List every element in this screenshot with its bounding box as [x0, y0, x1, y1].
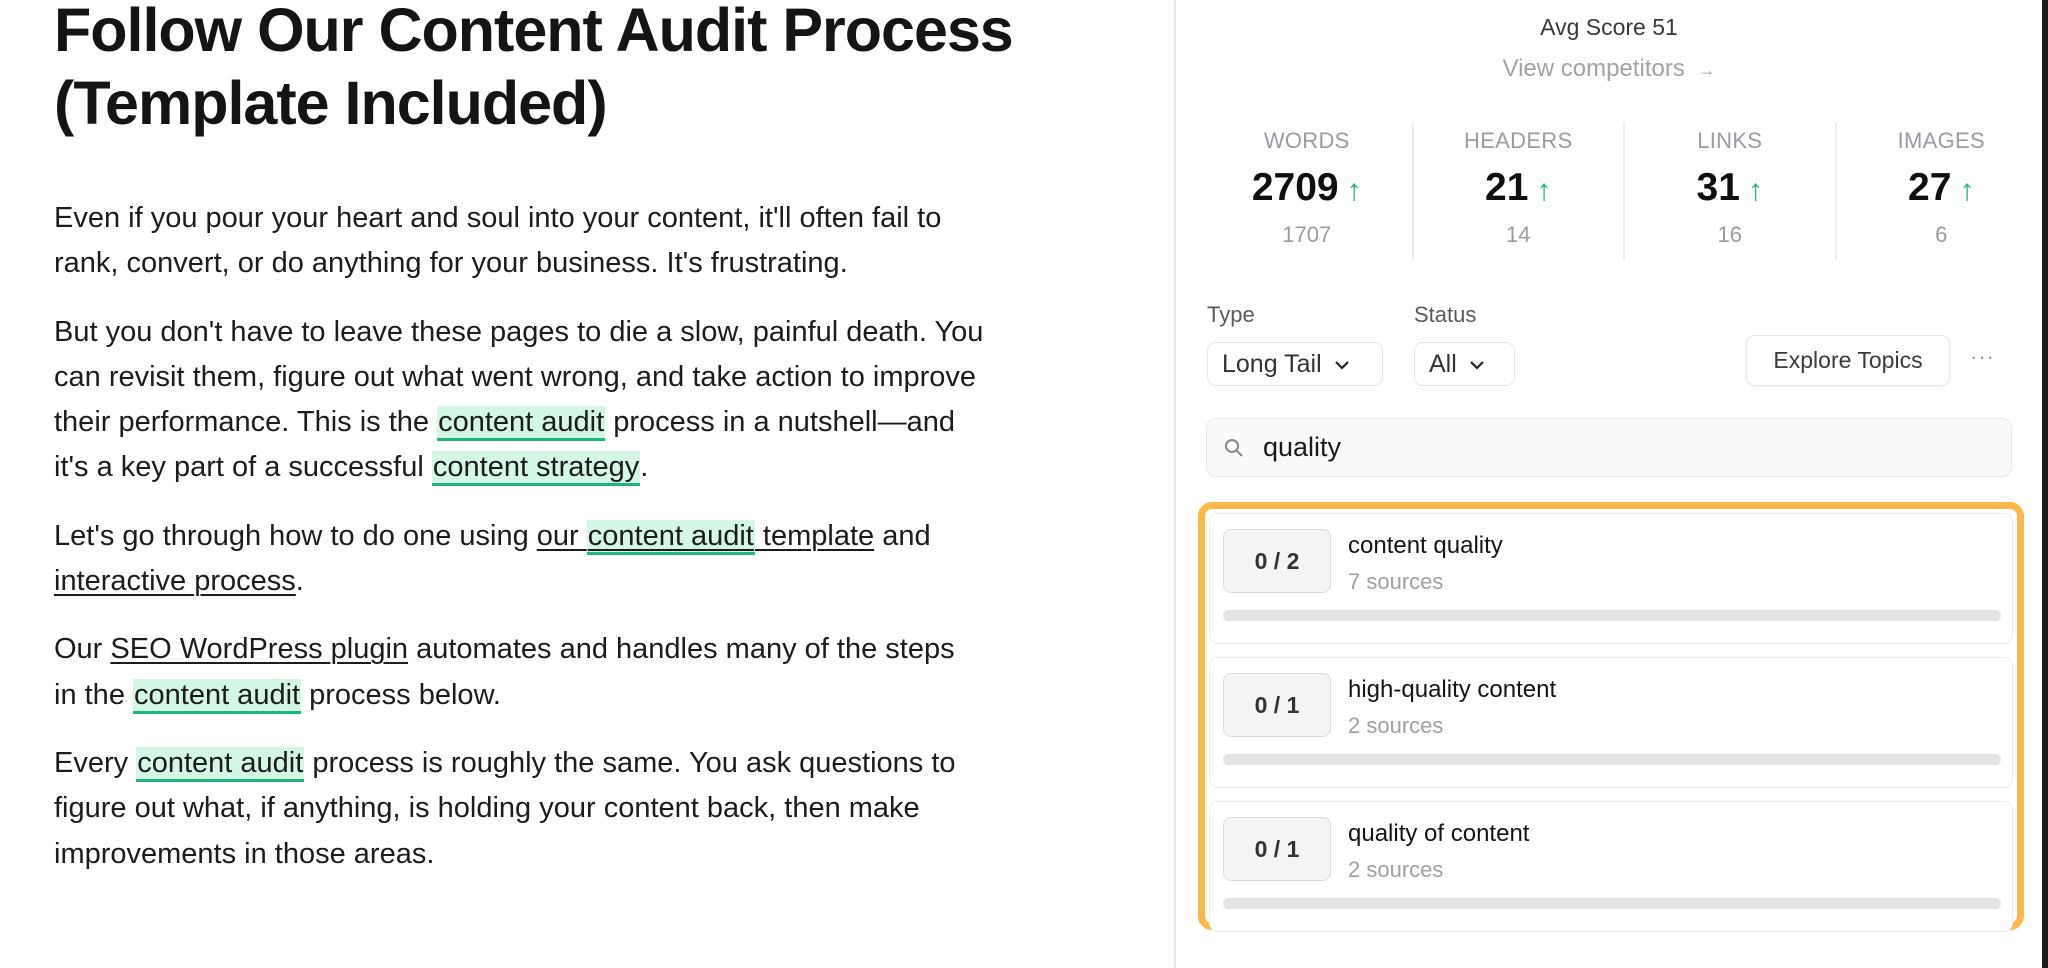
link-text[interactable]: our	[537, 520, 587, 552]
content-audit-template-link[interactable]: our content audit template	[537, 519, 874, 555]
stat-value: 2709 ↑	[1202, 166, 1412, 210]
arrow-up-icon: ↑	[1747, 174, 1763, 207]
arrow-up-icon: ↑	[1536, 174, 1552, 207]
stat-label: HEADERS	[1464, 128, 1573, 153]
stat-label: IMAGES	[1897, 128, 1985, 153]
stat-label: LINKS	[1697, 128, 1763, 153]
text: Every	[54, 746, 137, 779]
page-title[interactable]: Follow Our Content Audit Process (Templa…	[54, 0, 1054, 140]
stat-target: 16	[1717, 222, 1742, 247]
stat-value: 27 ↑	[1837, 166, 2047, 210]
editor-pane: Follow Our Content Audit Process (Templa…	[0, 0, 1175, 968]
seo-wordpress-plugin-link[interactable]: SEO WordPress plugin	[110, 633, 408, 665]
arrow-right-icon: →	[1697, 60, 1716, 80]
keyword-card[interactable]: 0 / 1 high-quality content 2 sources	[1209, 657, 2013, 788]
text: .	[295, 565, 304, 598]
value: 2709	[1251, 166, 1339, 209]
status-filter-value: All	[1429, 349, 1457, 378]
usage-count: 0 / 1	[1223, 817, 1331, 881]
paragraph-5[interactable]: Every content audit process is roughly t…	[54, 741, 984, 877]
text: process below.	[301, 678, 501, 711]
text: and	[874, 519, 931, 552]
content-stats: WORDS 2709 ↑ 1707 HEADERS 21 ↑ 14 LINKS 31…	[1202, 122, 2046, 260]
keyword-results-list: 0 / 2 content quality 7 sources 0 / 1 hi…	[1198, 502, 2024, 932]
keyword-card[interactable]: 0 / 1 quality of content 2 sources	[1209, 801, 2013, 932]
arrow-up-icon: ↑	[1959, 174, 1975, 207]
view-competitors-label[interactable]: View competitors	[1503, 55, 1685, 82]
keyword-highlight[interactable]: content audit	[133, 678, 302, 714]
window-edge	[2042, 0, 2048, 968]
stat-images: IMAGES 27 ↑ 6	[1837, 122, 2047, 260]
keyword-sources: 2 sources	[1348, 713, 1444, 738]
article-body[interactable]: Even if you pour your heart and soul int…	[54, 196, 984, 900]
stat-target: 6	[1935, 222, 1948, 247]
paragraph-4[interactable]: Our SEO WordPress plugin automates and h…	[54, 627, 984, 718]
keyword-name: content quality	[1348, 532, 1503, 559]
keyword-search[interactable]	[1206, 418, 2012, 477]
keyword-name: high-quality content	[1348, 676, 1557, 703]
text: .	[640, 451, 649, 484]
status-filter-select[interactable]: All	[1414, 342, 1515, 386]
type-filter-select[interactable]: Long Tail	[1207, 342, 1383, 386]
search-input[interactable]	[1261, 431, 1965, 464]
stat-links: LINKS 31 ↑ 16	[1625, 122, 1837, 260]
value: 21	[1485, 166, 1529, 209]
keyword-progress-bar	[1223, 898, 2001, 909]
paragraph-3[interactable]: Let's go through how to do one using our…	[54, 514, 984, 605]
chevron-down-icon	[1334, 354, 1350, 375]
keyword-name: quality of content	[1348, 820, 1530, 847]
text: Let's go through how to do one using	[54, 519, 537, 552]
keyword-highlight[interactable]: content strategy	[431, 451, 641, 487]
value: 27	[1908, 166, 1952, 209]
stat-label: WORDS	[1263, 128, 1350, 153]
keyword-sources: 2 sources	[1348, 857, 1444, 882]
paragraph-1[interactable]: Even if you pour your heart and soul int…	[54, 196, 984, 287]
keyword-card[interactable]: 0 / 2 content quality 7 sources	[1209, 513, 2013, 644]
keyword-highlight[interactable]: content audit	[136, 746, 305, 782]
stat-target: 1707	[1282, 222, 1332, 247]
paragraph-2[interactable]: But you don't have to leave these pages …	[54, 310, 984, 491]
stat-headers: HEADERS 21 ↑ 14	[1414, 122, 1625, 260]
status-filter-label: Status	[1414, 302, 1477, 327]
search-icon	[1221, 435, 1247, 461]
stat-value: 21 ↑	[1414, 166, 1624, 210]
view-competitors-link[interactable]: View competitors →	[1176, 55, 2042, 83]
seo-sidebar: Avg Score 51 View competitors → WORDS 27…	[1176, 0, 2042, 968]
keyword-progress-bar	[1223, 754, 2001, 765]
keyword-progress-bar	[1223, 610, 2001, 621]
avg-score: Avg Score 51	[1540, 14, 1678, 40]
more-options-icon[interactable]: ···	[1970, 344, 1995, 370]
arrow-up-icon: ↑	[1346, 174, 1362, 207]
keyword-highlight[interactable]: content audit	[586, 519, 755, 555]
explore-topics-button[interactable]: Explore Topics	[1746, 335, 1950, 386]
text: Our	[54, 633, 111, 666]
usage-count: 0 / 1	[1223, 673, 1331, 737]
value: 31	[1696, 166, 1740, 209]
stat-value: 31 ↑	[1625, 166, 1835, 210]
keyword-highlight[interactable]: content audit	[437, 406, 606, 442]
stat-target: 14	[1506, 222, 1531, 247]
interactive-process-link[interactable]: interactive process	[54, 565, 296, 597]
stat-words: WORDS 2709 ↑ 1707	[1202, 122, 1414, 260]
chevron-down-icon	[1469, 354, 1485, 375]
type-filter-label: Type	[1207, 302, 1255, 327]
usage-count: 0 / 2	[1223, 529, 1331, 593]
type-filter-value: Long Tail	[1222, 349, 1322, 378]
link-text[interactable]: template	[755, 520, 874, 552]
keyword-sources: 7 sources	[1348, 569, 1444, 594]
